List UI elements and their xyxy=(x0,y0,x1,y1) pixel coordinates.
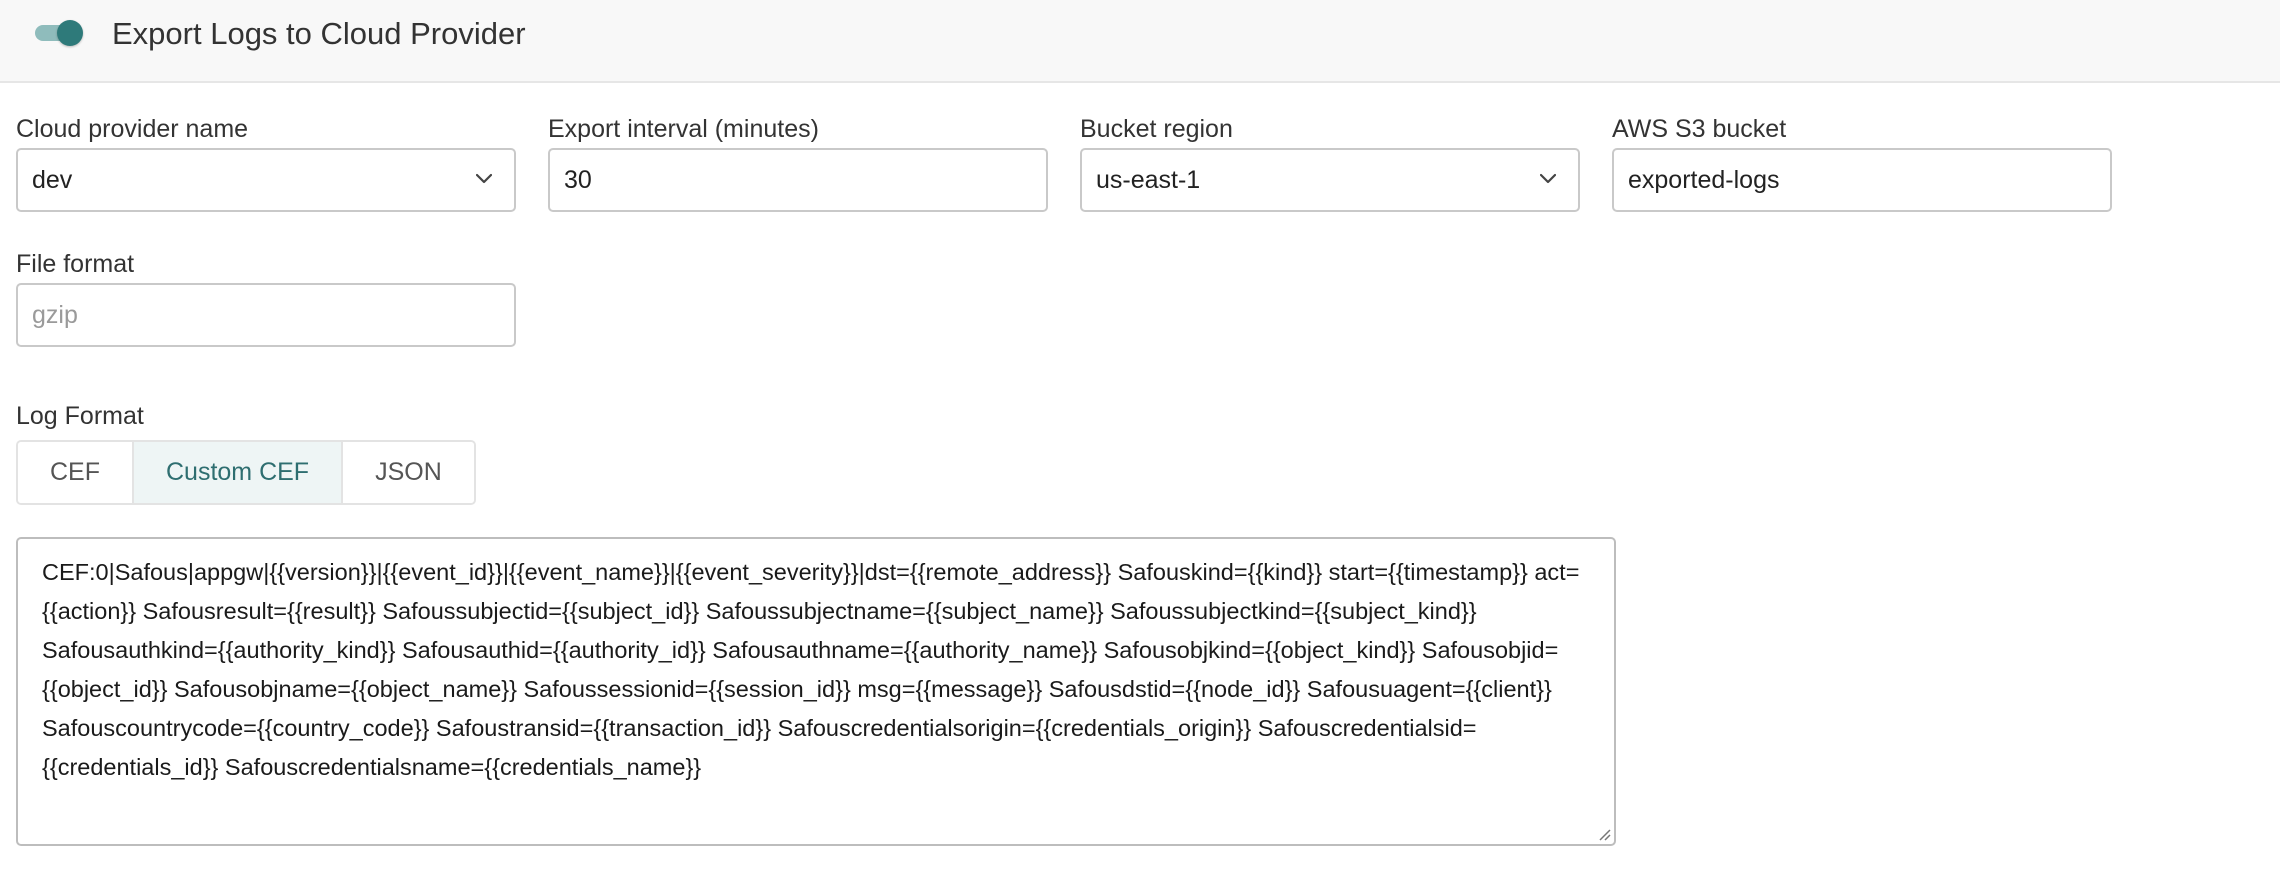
cloud-provider-field: Cloud provider name dev xyxy=(16,114,516,214)
file-format-placeholder: gzip xyxy=(32,301,78,329)
log-format-option-custom-cef[interactable]: Custom CEF xyxy=(134,442,344,503)
chevron-down-icon xyxy=(1540,173,1556,184)
section-title: Export Logs to Cloud Provider xyxy=(112,16,526,51)
log-format-label: Log Format xyxy=(16,402,144,430)
bucket-region-select[interactable]: us-east-1 xyxy=(1080,148,1580,212)
export-logs-toggle[interactable] xyxy=(33,19,83,47)
s3-bucket-field: AWS S3 bucket exported-logs xyxy=(1612,114,2112,214)
chevron-down-icon xyxy=(476,173,492,184)
log-format-segmented-control: CEF Custom CEF JSON xyxy=(16,440,476,505)
section-header: Export Logs to Cloud Provider xyxy=(0,0,2280,83)
log-format-option-json[interactable]: JSON xyxy=(343,442,474,503)
bucket-region-field: Bucket region us-east-1 xyxy=(1080,114,1580,214)
cloud-provider-value: dev xyxy=(32,166,73,194)
file-format-input[interactable]: gzip xyxy=(16,283,516,347)
cloud-provider-select[interactable]: dev xyxy=(16,148,516,212)
s3-bucket-value: exported-logs xyxy=(1628,166,1780,194)
cef-template-text: CEF:0|Safous|appgw|{{version}}|{{event_i… xyxy=(42,559,1580,780)
cef-template-textarea[interactable]: CEF:0|Safous|appgw|{{version}}|{{event_i… xyxy=(16,537,1616,846)
cloud-provider-label: Cloud provider name xyxy=(16,115,249,143)
export-interval-input[interactable]: 30 xyxy=(548,148,1048,212)
file-format-label: File format xyxy=(16,250,135,278)
s3-bucket-label: AWS S3 bucket xyxy=(1612,115,1787,143)
export-interval-label: Export interval (minutes) xyxy=(548,115,819,143)
export-interval-value: 30 xyxy=(564,166,592,194)
s3-bucket-input[interactable]: exported-logs xyxy=(1612,148,2112,212)
export-interval-field: Export interval (minutes) 30 xyxy=(548,114,1048,214)
file-format-field: File format gzip xyxy=(16,249,516,349)
bucket-region-label: Bucket region xyxy=(1080,115,1233,143)
toggle-knob xyxy=(57,20,83,46)
resize-grip-icon[interactable] xyxy=(1595,825,1611,841)
bucket-region-value: us-east-1 xyxy=(1096,166,1201,194)
log-format-option-cef[interactable]: CEF xyxy=(18,442,134,503)
